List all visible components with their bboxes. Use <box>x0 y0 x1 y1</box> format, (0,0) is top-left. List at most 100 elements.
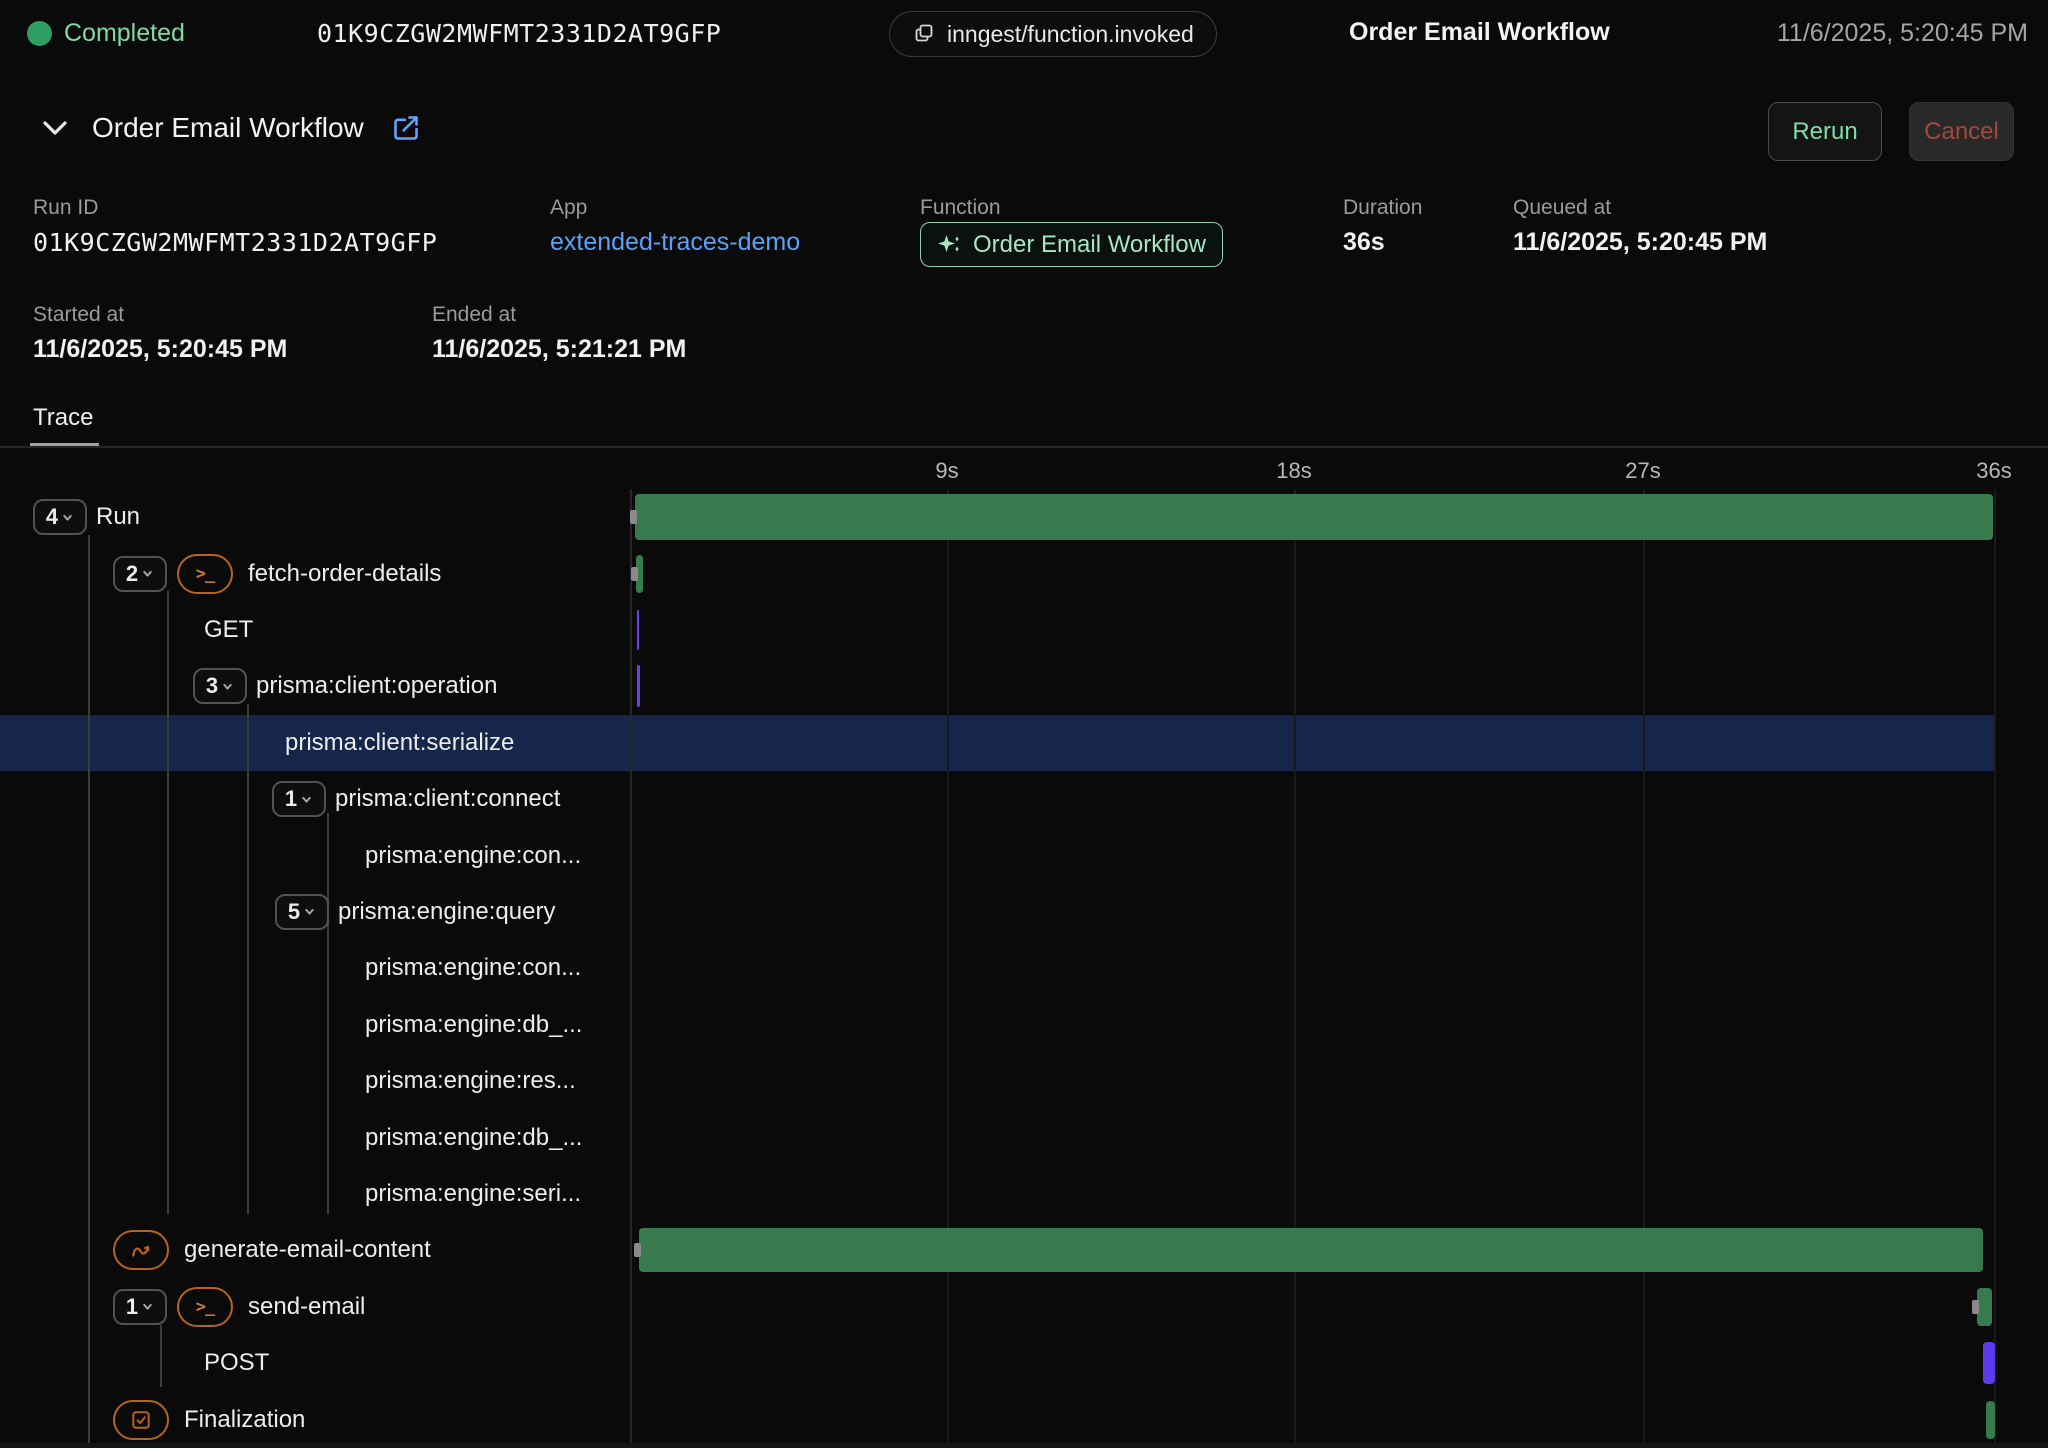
trace-row-left: prisma:engine:db_... <box>0 1011 582 1039</box>
child-count: 3 <box>206 673 218 699</box>
span-bar[interactable] <box>637 610 639 650</box>
trace-row[interactable]: prisma:client:serialize <box>0 715 2048 771</box>
timeline-gridline <box>1294 489 1296 1443</box>
status-dot <box>27 21 52 46</box>
child-count: 1 <box>126 1294 138 1320</box>
timeline-left-border <box>630 489 632 1443</box>
trace-row[interactable]: 3 prisma:client:operation <box>0 658 2048 714</box>
trace-row-left: 1>_send-email <box>0 1287 365 1327</box>
trace-row-left: prisma:client:serialize <box>0 729 514 757</box>
chevron-down-icon <box>141 1300 154 1313</box>
child-count: 5 <box>288 899 300 925</box>
span-label: prisma:engine:seri... <box>365 1180 581 1208</box>
top-timestamp: 11/6/2025, 5:20:45 PM <box>1777 19 2028 48</box>
trace-row[interactable]: prisma:engine:db_... <box>0 1109 2048 1165</box>
collapse-count-badge[interactable]: 5 <box>275 894 329 930</box>
trace-row[interactable]: 4 Run <box>0 489 2048 545</box>
tab-trace[interactable]: Trace <box>33 404 93 432</box>
trace-row[interactable]: 5prisma:engine:query <box>0 884 2048 940</box>
span-bar[interactable] <box>635 494 1993 540</box>
span-label: prisma:client:serialize <box>285 729 514 757</box>
cancel-button[interactable]: Cancel <box>1909 102 2014 161</box>
span-label: prisma:engine:con... <box>365 842 581 870</box>
queue-marker <box>1972 1300 1979 1314</box>
duration-value: 36s <box>1343 228 1385 257</box>
trace-row-left: generate-email-content <box>0 1230 431 1270</box>
timeline-gridline <box>947 489 949 1443</box>
ai-icon <box>113 1230 169 1270</box>
span-bar[interactable] <box>1983 1342 1995 1384</box>
check-icon <box>113 1400 169 1440</box>
span-bar[interactable] <box>637 665 640 707</box>
span-bar[interactable] <box>1986 1401 1995 1439</box>
sparkle-icon <box>937 232 963 258</box>
event-badge[interactable]: inngest/function.invoked <box>889 11 1217 57</box>
trace-rows: 4 Run 2>_fetch-order-details GET 3 prisma:cli… <box>0 489 2048 1448</box>
status-label: Completed <box>64 19 185 48</box>
span-bar[interactable] <box>1977 1288 1992 1326</box>
trace-section: 4 Run 2>_fetch-order-details GET 3 prisma:cli… <box>0 450 2048 1448</box>
app-link[interactable]: extended-traces-demo <box>550 228 800 257</box>
child-count: 2 <box>126 561 138 587</box>
ended-at-value: 11/6/2025, 5:21:21 PM <box>432 335 686 364</box>
trace-row-left: 2>_fetch-order-details <box>0 554 441 594</box>
tick-label: 18s <box>1276 458 1311 484</box>
trace-row-left: prisma:engine:db_... <box>0 1124 582 1152</box>
trace-row[interactable]: 2>_fetch-order-details <box>0 545 2048 601</box>
function-badge-label: Order Email Workflow <box>973 231 1206 259</box>
tick-label: 36s <box>1976 458 2011 484</box>
duration-label: Duration <box>1343 196 1422 220</box>
trace-row[interactable]: prisma:engine:db_... <box>0 997 2048 1053</box>
collapse-chevron-icon[interactable] <box>40 116 70 140</box>
span-bar[interactable] <box>639 1228 1983 1272</box>
page-title: Order Email Workflow <box>92 112 364 144</box>
span-label: prisma:engine:db_... <box>365 1011 582 1039</box>
run-details-page: Completed 01K9CZGW2MWFMT2331D2AT9GFP inn… <box>0 0 2048 1448</box>
trace-row[interactable]: 1 prisma:client:connect <box>0 771 2048 827</box>
trace-row[interactable]: POST <box>0 1335 2048 1391</box>
collapse-count-badge[interactable]: 3 <box>193 668 247 704</box>
trace-row[interactable]: prisma:engine:con... <box>0 940 2048 996</box>
span-label: Run <box>96 503 140 531</box>
app-label: App <box>550 196 587 220</box>
trace-row[interactable]: generate-email-content <box>0 1222 2048 1278</box>
span-label: GET <box>204 616 253 644</box>
trace-row-left: GET <box>0 616 253 644</box>
span-label: generate-email-content <box>184 1236 431 1264</box>
span-label: prisma:engine:db_... <box>365 1124 582 1152</box>
external-link-icon[interactable] <box>392 114 420 142</box>
collapse-count-badge[interactable]: 1 <box>272 781 326 817</box>
ended-at-label: Ended at <box>432 303 516 327</box>
collapse-count-badge[interactable]: 2 <box>113 556 167 592</box>
trace-row[interactable]: prisma:engine:res... <box>0 1053 2048 1109</box>
trace-row[interactable]: 1>_send-email <box>0 1279 2048 1335</box>
rerun-button[interactable]: Rerun <box>1768 102 1882 161</box>
queue-marker <box>631 567 638 581</box>
span-label: prisma:engine:con... <box>365 954 581 982</box>
trace-row-left: 3 prisma:client:operation <box>0 668 497 704</box>
trace-row[interactable]: prisma:engine:seri... <box>0 1166 2048 1222</box>
trace-row-left: Finalization <box>0 1400 305 1440</box>
collapse-count-badge[interactable]: 1 <box>113 1289 167 1325</box>
function-badge[interactable]: Order Email Workflow <box>920 222 1223 267</box>
child-count: 1 <box>285 786 297 812</box>
trace-row[interactable]: GET <box>0 602 2048 658</box>
bottom-divider <box>0 1443 2048 1448</box>
chevron-down-icon <box>221 680 234 693</box>
span-label: send-email <box>248 1293 365 1321</box>
span-label: prisma:client:connect <box>335 785 560 813</box>
span-label: fetch-order-details <box>248 560 441 588</box>
trace-row[interactable]: prisma:engine:con... <box>0 827 2048 883</box>
trace-row-left: prisma:engine:con... <box>0 954 581 982</box>
tick-label: 27s <box>1625 458 1660 484</box>
trace-row-left: prisma:engine:res... <box>0 1067 576 1095</box>
trace-row[interactable]: Finalization <box>0 1391 2048 1447</box>
run-id-text: 01K9CZGW2MWFMT2331D2AT9GFP <box>317 19 721 48</box>
queued-at-value: 11/6/2025, 5:20:45 PM <box>1513 228 1767 257</box>
trace-row-left: prisma:engine:con... <box>0 842 581 870</box>
collapse-count-badge[interactable]: 4 <box>33 499 87 535</box>
queue-marker <box>634 1243 641 1257</box>
tabs-bottom-border <box>0 446 2048 448</box>
span-label: prisma:client:operation <box>256 672 497 700</box>
started-at-value: 11/6/2025, 5:20:45 PM <box>33 335 287 364</box>
